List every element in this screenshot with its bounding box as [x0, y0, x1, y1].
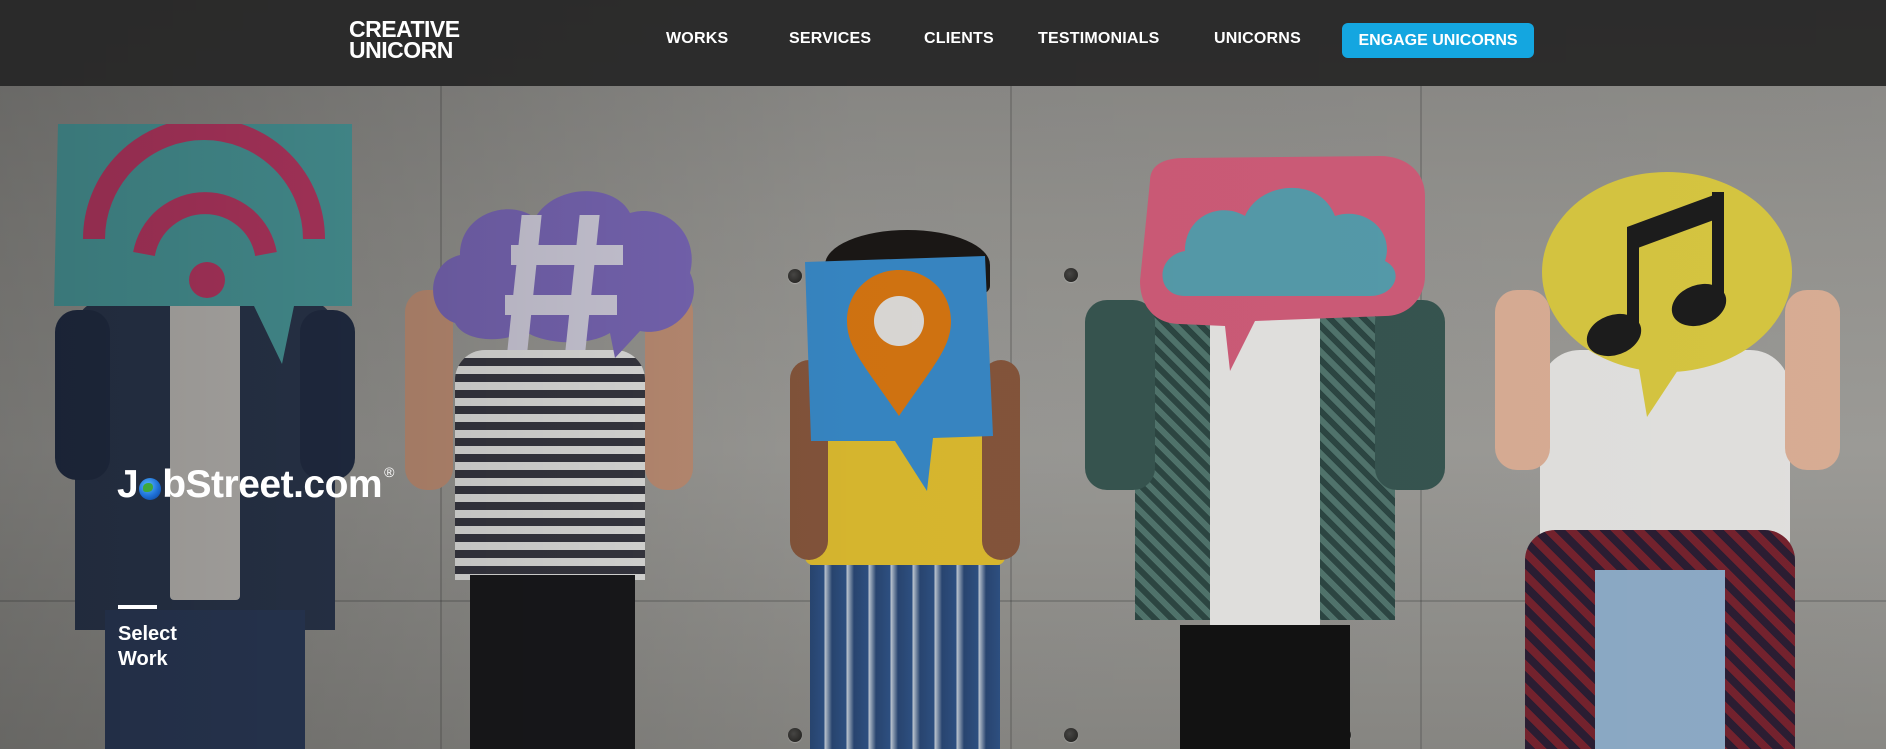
hero-banner: JbStreet.com ® Select Work [0, 0, 1886, 749]
creative-unicorn-logo[interactable]: CREATIVE UNICORN [349, 18, 460, 63]
nav-clients[interactable]: CLIENTS [924, 30, 994, 48]
top-navbar: CREATIVE UNICORN WORKS SERVICES CLIENTS … [0, 0, 1886, 86]
globe-icon [139, 478, 162, 500]
client-logo-text-start: J [117, 463, 139, 506]
select-work-link[interactable]: Select Work [118, 605, 198, 672]
registered-mark: ® [384, 464, 394, 480]
page: JbStreet.com ® Select Work CREATIVE UNICO… [0, 0, 1886, 749]
engage-unicorns-button[interactable]: ENGAGE UNICORNS [1342, 23, 1534, 58]
nav-testimonials[interactable]: TESTIMONIALS [1038, 30, 1160, 48]
nav-unicorns[interactable]: UNICORNS [1214, 30, 1301, 48]
select-work-bar [118, 605, 157, 609]
hero-overlay [0, 0, 1886, 749]
logo-line-2: UNICORN [349, 37, 453, 63]
nav-services[interactable]: SERVICES [789, 30, 871, 48]
client-logo-jobstreet[interactable]: JbStreet.com ® [117, 463, 394, 507]
client-logo-text-end: bStreet.com [162, 463, 383, 506]
nav-works[interactable]: WORKS [666, 30, 728, 48]
select-work-label: Select Work [118, 623, 177, 670]
